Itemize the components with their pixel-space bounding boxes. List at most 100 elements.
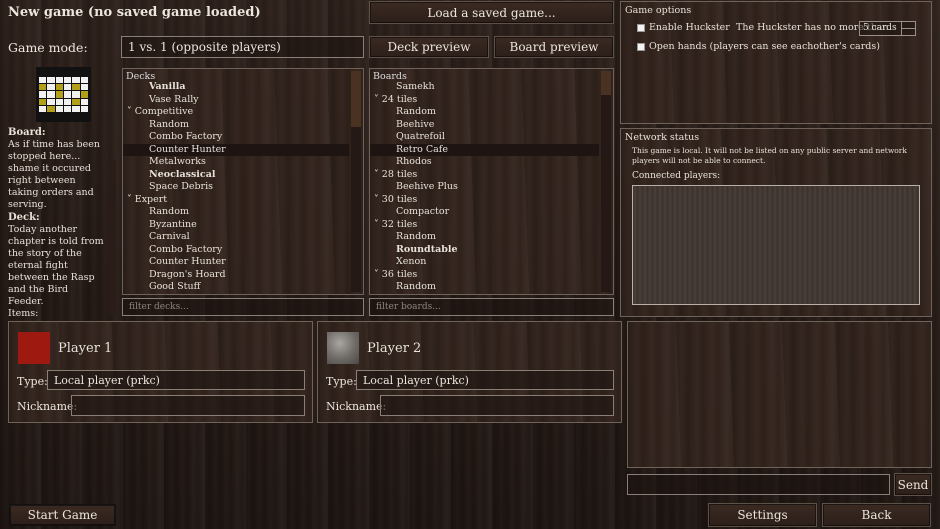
deck-list-item[interactable]: Good Stuff [123,281,349,294]
back-button[interactable]: Back [822,503,931,527]
connected-players-label: Connected players: [632,171,721,181]
decks-list-panel: Decks Vanilla Vase Rally ˅ Competitive Rand… [122,68,364,295]
board-list-item[interactable]: Beehive [370,119,599,132]
deck-list-item[interactable]: ˅ Expert [123,194,349,207]
chat-log[interactable] [627,321,932,468]
deck-list-item[interactable]: Counter Hunter [123,256,349,269]
board-preview-cell [64,91,72,98]
filter-decks-input[interactable]: filter decks... [122,298,364,316]
board-list-item[interactable]: Random [370,231,599,244]
open-hands-label: Open hands (players can see eachother's … [649,41,880,52]
board-list-item[interactable]: Beehive Plus [370,181,599,194]
player-2-type-select[interactable]: Local player (prkc) [356,370,614,390]
player-2-nickname-label: Nickname: [326,400,387,413]
chat-input[interactable] [627,474,890,495]
player-2-name: Player 2 [367,341,422,356]
deck-list-item[interactable]: Metalworks [123,156,349,169]
board-list-item[interactable]: Retro Cafe [370,143,599,156]
board-preview-cell [39,84,47,91]
settings-button[interactable]: Settings [708,503,817,527]
board-preview-cell [39,91,47,98]
board-heading: Board: [8,127,46,138]
send-button[interactable]: Send [894,473,932,496]
filter-boards-input[interactable]: filter boards... [369,298,614,316]
deck-list-item[interactable]: Neoclassical [123,169,349,182]
board-preview-cell [80,84,88,91]
board-preview-cell [64,77,72,84]
board-preview-cell [72,98,80,105]
board-preview-cell [64,105,72,112]
open-hands-checkbox[interactable] [637,43,645,51]
board-preview-cell [80,91,88,98]
board-list-item[interactable]: Quatrefoil [370,131,599,144]
player-1-nickname-label: Nickname: [17,400,78,413]
game-mode-select[interactable]: 1 vs. 1 (opposite players) [121,36,364,58]
board-list-item[interactable]: ˅ 32 tiles [370,219,599,232]
game-options-title: Game options [625,5,692,16]
board-preview-cell [47,77,55,84]
player-2-nickname-input[interactable] [380,395,614,416]
deck-list-item[interactable]: Combo Factory [123,131,349,144]
deck-list-item[interactable]: Random [123,206,349,219]
board-preview-cell [39,98,47,105]
enable-huckster-checkbox[interactable] [637,24,645,32]
board-list-item[interactable]: ˅ 30 tiles [370,194,599,207]
deck-list-item[interactable]: Byzantine [123,219,349,232]
deck-list-item[interactable]: Dragon's Hoard [123,269,349,282]
deck-list-item[interactable]: Carnival [123,231,349,244]
deck-list-item[interactable]: Space Debris [123,181,349,194]
board-preview-cell [55,98,63,105]
deck-list-item[interactable]: Vanilla [123,81,349,94]
huckster-limit-value: 5 cards [863,23,897,33]
board-preview-cell [39,105,47,112]
player-2-type-label: Type: [326,375,357,388]
board-list-item[interactable]: Random [370,281,599,294]
board-list-item[interactable]: Rhodos [370,156,599,169]
player-2-color-swatch[interactable] [327,332,359,364]
deck-list-item[interactable]: ˅ Competitive [123,106,349,119]
boards-list: Samekh ˅ 24 tiles Random Beehive Quatrefoil R… [370,81,599,294]
board-preview-cell [39,77,47,84]
deck-list-item[interactable]: Combo Factory [123,244,349,257]
player-1-nickname-input[interactable] [71,395,305,416]
board-description: As if time has been stopped here... sham… [8,139,100,210]
network-status-panel: Network status This game is local. It wi… [620,128,932,317]
board-preview-cell [72,105,80,112]
board-preview-cell [80,98,88,105]
player-1-type-select[interactable]: Local player (prkc) [47,370,305,390]
items-heading: Items: [8,308,39,317]
deck-description: Today another chapter is told from the s… [8,224,104,307]
board-list-item[interactable]: ˅ 36 tiles [370,269,599,282]
board-list-item[interactable]: Random [370,106,599,119]
board-list-item[interactable]: Xenon [370,256,599,269]
load-saved-game-button[interactable]: Load a saved game... [369,1,614,24]
deck-list-item[interactable]: Counter Hunter [123,143,349,156]
connected-players-list[interactable] [632,185,920,305]
board-preview-button[interactable]: Board preview [494,36,614,58]
player-1-color-swatch[interactable] [18,332,50,364]
player-1-type-label: Type: [17,375,48,388]
start-game-button[interactable]: Start Game [9,504,116,526]
board-preview-cell [55,77,63,84]
board-list-item[interactable]: Compactor [370,206,599,219]
board-list-item[interactable]: ˅ 28 tiles [370,169,599,182]
info-scrollbar[interactable] [108,160,116,315]
board-preview-cell [55,105,63,112]
board-list-item[interactable]: Samekh [370,81,599,94]
boards-scrollbar[interactable] [601,71,611,292]
deck-list-item[interactable]: Random [123,119,349,132]
deck-list-item[interactable]: Vase Rally [123,94,349,107]
boards-list-panel: Boards Samekh ˅ 24 tiles Random Beehive Quat… [369,68,614,295]
info-panel: Board: As if time has been stopped here.… [8,127,106,317]
network-status-title: Network status [625,132,700,143]
board-list-item[interactable]: Roundtable [370,244,599,257]
deck-preview-button[interactable]: Deck preview [369,36,489,58]
player-2-panel: Player 2 Type: Local player (prkc) Nickn… [317,321,622,423]
board-preview-cell [72,77,80,84]
decks-scrollbar[interactable] [351,71,361,292]
board-preview-cell [64,98,72,105]
huckster-limit-spinbox[interactable]: 5 cards [859,21,916,36]
board-list-item[interactable]: ˅ 24 tiles [370,94,599,107]
board-preview-cell [47,105,55,112]
game-options-panel: Game options Enable Huckster The Huckste… [620,1,932,124]
